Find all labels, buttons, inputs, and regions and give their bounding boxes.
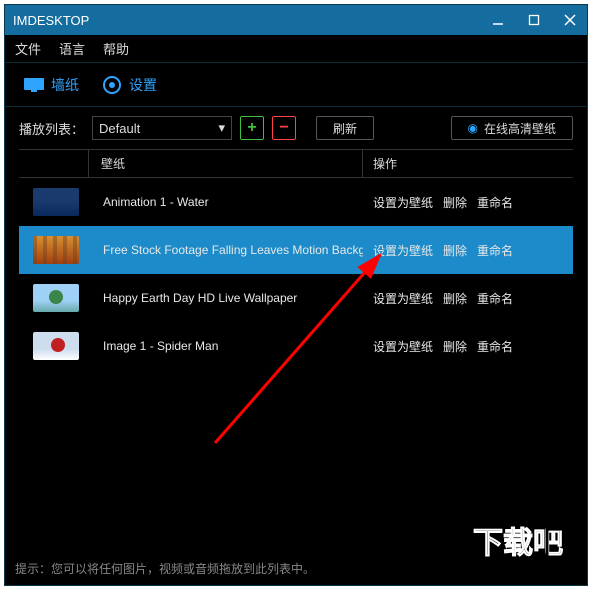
- refresh-button[interactable]: 刷新: [316, 116, 374, 140]
- tab-settings-label: 设置: [129, 75, 157, 95]
- thumbnail: [33, 188, 79, 216]
- rename-action[interactable]: 重命名: [477, 338, 513, 355]
- app-window: IMDESKTOP 文件 语言 帮助 墙纸: [4, 4, 588, 586]
- playlist-value: Default: [99, 121, 140, 136]
- delete-action[interactable]: 删除: [443, 194, 467, 211]
- delete-action[interactable]: 删除: [443, 242, 467, 259]
- delete-action[interactable]: 删除: [443, 290, 467, 307]
- playlist-label: 播放列表：: [19, 119, 84, 138]
- delete-action[interactable]: 删除: [443, 338, 467, 355]
- row-actions: 设置为壁纸删除重命名: [363, 338, 573, 355]
- close-button[interactable]: [561, 11, 579, 29]
- globe-icon: ◉: [468, 121, 478, 135]
- remove-button[interactable]: −: [272, 116, 296, 140]
- maximize-button[interactable]: [525, 11, 543, 29]
- header-actions: 操作: [363, 150, 573, 177]
- row-name: Image 1 - Spider Man: [79, 339, 363, 353]
- tab-wallpaper-label: 墙纸: [51, 75, 79, 95]
- rename-action[interactable]: 重命名: [477, 242, 513, 259]
- svg-text:www.xiazaiba.com: www.xiazaiba.com: [476, 563, 559, 574]
- rename-action[interactable]: 重命名: [477, 290, 513, 307]
- set-wallpaper-action[interactable]: 设置为壁纸: [373, 290, 433, 307]
- row-actions: 设置为壁纸删除重命名: [363, 290, 573, 307]
- row-name: Animation 1 - Water: [79, 195, 363, 209]
- set-wallpaper-action[interactable]: 设置为壁纸: [373, 194, 433, 211]
- svg-text:下载吧: 下载吧: [473, 527, 563, 560]
- row-name: Happy Earth Day HD Live Wallpaper: [79, 291, 363, 305]
- menubar: 文件 语言 帮助: [5, 35, 587, 63]
- online-label: 在线高清壁纸: [484, 120, 556, 137]
- thumbnail: [33, 236, 79, 264]
- titlebar-title: IMDESKTOP: [13, 13, 489, 28]
- wallpaper-table: 壁纸 操作 Animation 1 - Water设置为壁纸删除重命名Free …: [19, 149, 573, 370]
- table-row[interactable]: Image 1 - Spider Man设置为壁纸删除重命名: [19, 322, 573, 370]
- watermark: 下载吧 www.xiazaiba.com: [473, 521, 583, 581]
- table-body: Animation 1 - Water设置为壁纸删除重命名Free Stock …: [19, 178, 573, 370]
- row-actions: 设置为壁纸删除重命名: [363, 242, 573, 259]
- menu-file[interactable]: 文件: [15, 39, 41, 58]
- refresh-label: 刷新: [333, 120, 357, 137]
- thumbnail: [33, 332, 79, 360]
- thumbnail: [33, 284, 79, 312]
- titlebar: IMDESKTOP: [5, 5, 587, 35]
- row-name: Free Stock Footage Falling Leaves Motion…: [79, 243, 363, 257]
- table-row[interactable]: Happy Earth Day HD Live Wallpaper设置为壁纸删除…: [19, 274, 573, 322]
- monitor-icon: [23, 76, 45, 94]
- online-wallpaper-button[interactable]: ◉ 在线高清壁纸: [451, 116, 574, 140]
- hint-text: 提示：您可以将任何图片，视频或音频拖放到此列表中。: [15, 560, 315, 577]
- playlist-select[interactable]: Default ▾: [92, 116, 232, 140]
- tab-settings[interactable]: 设置: [93, 71, 165, 99]
- menu-language[interactable]: 语言: [59, 39, 85, 58]
- chevron-down-icon: ▾: [218, 120, 225, 136]
- header-wallpaper: 壁纸: [89, 150, 363, 177]
- table-row[interactable]: Free Stock Footage Falling Leaves Motion…: [19, 226, 573, 274]
- table-row[interactable]: Animation 1 - Water设置为壁纸删除重命名: [19, 178, 573, 226]
- toolbar: 播放列表： Default ▾ + − 刷新 ◉ 在线高清壁纸: [5, 107, 587, 149]
- gear-icon: [101, 76, 123, 94]
- tab-wallpaper[interactable]: 墙纸: [15, 71, 87, 99]
- row-actions: 设置为壁纸删除重命名: [363, 194, 573, 211]
- header-thumb: [19, 150, 89, 177]
- set-wallpaper-action[interactable]: 设置为壁纸: [373, 338, 433, 355]
- rename-action[interactable]: 重命名: [477, 194, 513, 211]
- tabstrip: 墙纸 设置: [5, 63, 587, 107]
- window-controls: [489, 11, 579, 29]
- menu-help[interactable]: 帮助: [103, 39, 129, 58]
- add-button[interactable]: +: [240, 116, 264, 140]
- minimize-button[interactable]: [489, 11, 507, 29]
- table-header-row: 壁纸 操作: [19, 150, 573, 178]
- set-wallpaper-action[interactable]: 设置为壁纸: [373, 242, 433, 259]
